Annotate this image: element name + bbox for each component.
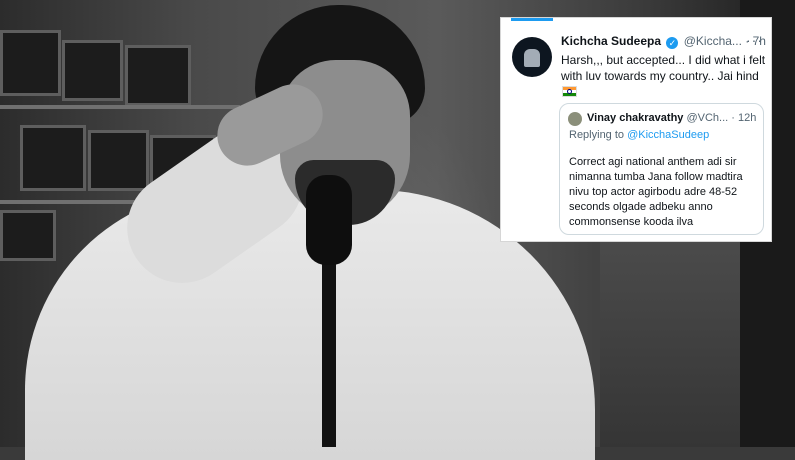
tweet-body: Harsh,,, but accepted... I did what i fe… xyxy=(561,52,766,100)
quoted-tweet[interactable]: Vinay chakravathy @VCh... · 12h Replying… xyxy=(559,103,764,235)
verified-badge-icon: ✓ xyxy=(666,37,679,49)
more-options-icon[interactable]: ··· xyxy=(746,32,763,48)
replying-to-prefix: Replying to xyxy=(569,129,625,141)
tweet-card[interactable]: Kichcha Sudeepa ✓ @Kiccha... · 7h ··· Ha… xyxy=(500,17,772,242)
quoted-separator-dot: · xyxy=(731,112,735,124)
quoted-tweet-text: Correct agi national anthem adi sir nima… xyxy=(569,156,743,228)
replying-to-line: Replying to @KicchaSudeep xyxy=(569,129,709,141)
quoted-author-handle[interactable]: @VCh... xyxy=(686,112,728,124)
quoted-author-avatar[interactable] xyxy=(568,112,582,126)
author-handle[interactable]: @Kiccha... xyxy=(684,34,742,48)
tweet-accent-bar xyxy=(511,18,553,21)
mic-stand xyxy=(322,250,336,447)
author-name[interactable]: Kichcha Sudeepa xyxy=(561,34,661,48)
microphone xyxy=(306,175,352,265)
india-flag-icon xyxy=(562,86,577,97)
quoted-timestamp[interactable]: 12h xyxy=(738,112,756,124)
tweet-header: Kichcha Sudeepa ✓ @Kiccha... · 7h xyxy=(561,34,766,52)
author-avatar[interactable] xyxy=(512,37,552,77)
replying-to-handle[interactable]: @KicchaSudeep xyxy=(627,129,709,141)
tweet-text: Harsh,,, but accepted... I did what i fe… xyxy=(561,53,766,83)
quoted-author-name[interactable]: Vinay chakravathy xyxy=(587,112,683,124)
quoted-tweet-header: Vinay chakravathy @VCh... · 12h xyxy=(587,112,762,124)
